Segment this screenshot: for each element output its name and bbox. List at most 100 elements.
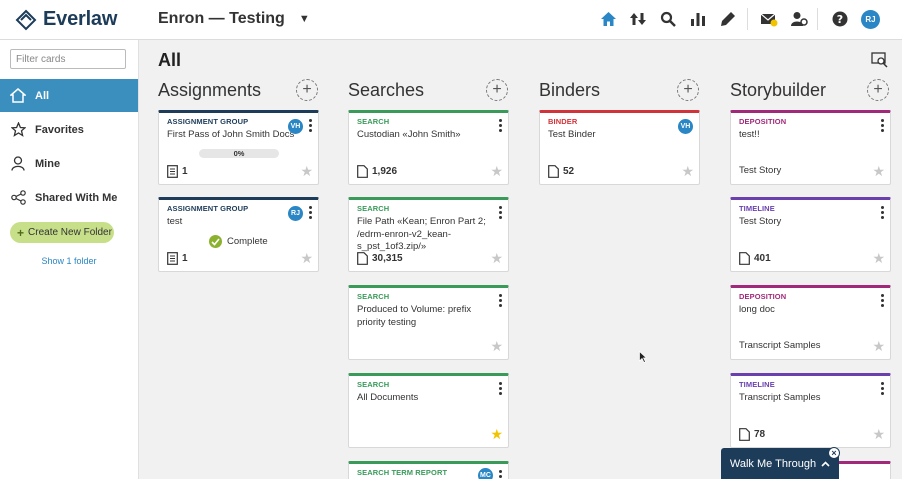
messages-icon[interactable]	[759, 9, 779, 29]
count-value: 1	[182, 166, 188, 177]
count-value: 78	[754, 429, 766, 440]
more-options-icon[interactable]	[498, 470, 502, 479]
favorite-star-icon[interactable]: ★	[872, 427, 885, 441]
show-folder-link[interactable]: Show 1 folder	[0, 256, 138, 266]
search-card[interactable]: SEARCH All Documents ★	[348, 373, 509, 448]
add-binder-button[interactable]: +	[677, 79, 699, 101]
more-options-icon[interactable]	[308, 119, 312, 132]
card-count: 401	[739, 252, 771, 265]
upload-download-icon[interactable]	[628, 9, 648, 29]
story-name: Test Story	[739, 165, 782, 176]
document-icon	[548, 165, 559, 178]
count-value: 30,315	[372, 253, 403, 264]
favorite-star-icon[interactable]: ★	[300, 251, 313, 265]
more-options-icon[interactable]	[880, 119, 884, 132]
favorite-star-icon[interactable]: ★	[490, 251, 503, 265]
favorite-star-icon[interactable]: ★	[872, 164, 885, 178]
timeline-card[interactable]: TIMELINE Test Story 401 ★	[730, 197, 891, 272]
favorite-star-icon[interactable]: ★	[300, 164, 313, 178]
project-selector[interactable]: Enron — Testing ▼	[158, 10, 310, 28]
document-icon	[357, 252, 368, 265]
search-icon[interactable]	[658, 9, 678, 29]
user-avatar[interactable]: RJ	[861, 10, 880, 29]
search-card[interactable]: SEARCH Produced to Volume: prefix priori…	[348, 285, 509, 360]
more-options-icon[interactable]	[498, 206, 502, 219]
walk-me-through-button[interactable]: Walk Me Through	[721, 448, 839, 479]
create-new-folder-button[interactable]: + Create New Folder	[10, 222, 114, 243]
sidebar-item-mine[interactable]: Mine	[0, 147, 138, 180]
add-search-button[interactable]: +	[486, 79, 508, 101]
more-options-icon[interactable]	[498, 294, 502, 307]
card-name: Transcript Samples	[739, 392, 821, 403]
favorite-star-icon[interactable]: ★	[872, 251, 885, 265]
card-count: 1,926	[357, 165, 397, 178]
column-title-binders: Binders	[539, 80, 601, 100]
owner-avatar: MC	[478, 468, 493, 479]
owner-avatar: RJ	[288, 206, 303, 221]
more-options-icon[interactable]	[498, 119, 502, 132]
chat-search-icon[interactable]	[871, 52, 889, 68]
card-count: 30,315	[357, 252, 403, 265]
card-type: SEARCH	[357, 380, 390, 389]
timeline-card[interactable]: TIMELINE Transcript Samples 78 ★	[730, 373, 891, 448]
more-options-icon[interactable]	[880, 382, 884, 395]
add-story-button[interactable]: +	[867, 79, 889, 101]
toolbar-divider	[817, 8, 818, 30]
sidebar-item-shared-with-me[interactable]: Shared With Me	[0, 181, 138, 214]
card-type: ASSIGNMENT GROUP	[167, 204, 249, 213]
deposition-card[interactable]: DEPOSITION long doc Transcript Samples ★	[730, 285, 891, 360]
list-icon	[167, 252, 178, 265]
assignment-group-card[interactable]: ASSIGNMENT GROUP First Pass of John Smit…	[158, 110, 319, 185]
create-folder-label: Create New Folder	[28, 227, 112, 238]
card-name: Test Story	[739, 216, 782, 227]
everlaw-logo-icon	[15, 9, 37, 30]
card-type: BINDER	[548, 117, 578, 126]
document-icon	[357, 165, 368, 178]
deposition-card[interactable]: DEPOSITION test!! Test Story ★	[730, 110, 891, 185]
document-icon	[739, 252, 750, 265]
sidebar-item-favorites[interactable]: Favorites	[0, 113, 138, 146]
card-type: SEARCH	[357, 117, 390, 126]
close-icon[interactable]: ×	[828, 447, 840, 459]
status-complete: Complete	[209, 235, 268, 248]
favorite-star-icon[interactable]: ★	[872, 339, 885, 353]
card-count: 52	[548, 165, 574, 178]
help-icon[interactable]: ?	[830, 9, 850, 29]
more-options-icon[interactable]	[308, 206, 312, 219]
favorite-star-icon[interactable]: ★	[490, 164, 503, 178]
card-name: First Pass of John Smith Docs	[167, 129, 295, 140]
more-options-icon[interactable]	[498, 382, 502, 395]
binder-card[interactable]: BINDER Test Binder VH 52 ★	[539, 110, 700, 185]
mouse-cursor-icon	[639, 351, 647, 363]
home-icon	[10, 88, 26, 104]
project-name: Enron — Testing	[158, 10, 285, 27]
bar-chart-icon[interactable]	[688, 9, 708, 29]
favorite-star-icon[interactable]: ★	[490, 339, 503, 353]
walkme-label: Walk Me Through	[729, 457, 817, 470]
favorite-star-icon[interactable]: ★	[681, 164, 694, 178]
story-name: Transcript Samples	[739, 340, 821, 351]
assignment-group-card[interactable]: ASSIGNMENT GROUP test RJ Complete 1 ★	[158, 197, 319, 272]
everlaw-logo[interactable]: Everlaw	[15, 8, 117, 31]
sidebar-item-label: All	[35, 89, 50, 102]
count-value: 1,926	[372, 166, 398, 177]
search-term-report-card[interactable]: SEARCH TERM REPORT MC	[348, 461, 509, 479]
more-options-icon[interactable]	[880, 206, 884, 219]
plus-icon: +	[492, 81, 502, 98]
brand-name: Everlaw	[43, 8, 118, 30]
filter-cards-input[interactable]	[10, 49, 126, 69]
favorite-star-icon[interactable]: ★	[490, 427, 503, 441]
user-settings-icon[interactable]	[789, 9, 809, 29]
list-icon	[167, 165, 178, 178]
progress-bar: 0%	[199, 149, 279, 158]
search-card[interactable]: SEARCH Custodian «John Smith» 1,926 ★	[348, 110, 509, 185]
top-bar: Everlaw Enron — Testing ▼ ? RJ	[0, 0, 902, 40]
card-type: DEPOSITION	[739, 117, 787, 126]
add-assignment-button[interactable]: +	[296, 79, 318, 101]
count-value: 52	[563, 166, 575, 177]
pen-icon[interactable]	[718, 9, 738, 29]
search-card[interactable]: SEARCH File Path «Kean; Enron Part 2; /e…	[348, 197, 509, 272]
sidebar-item-all[interactable]: All	[0, 79, 138, 112]
home-icon[interactable]	[598, 9, 618, 29]
more-options-icon[interactable]	[880, 294, 884, 307]
